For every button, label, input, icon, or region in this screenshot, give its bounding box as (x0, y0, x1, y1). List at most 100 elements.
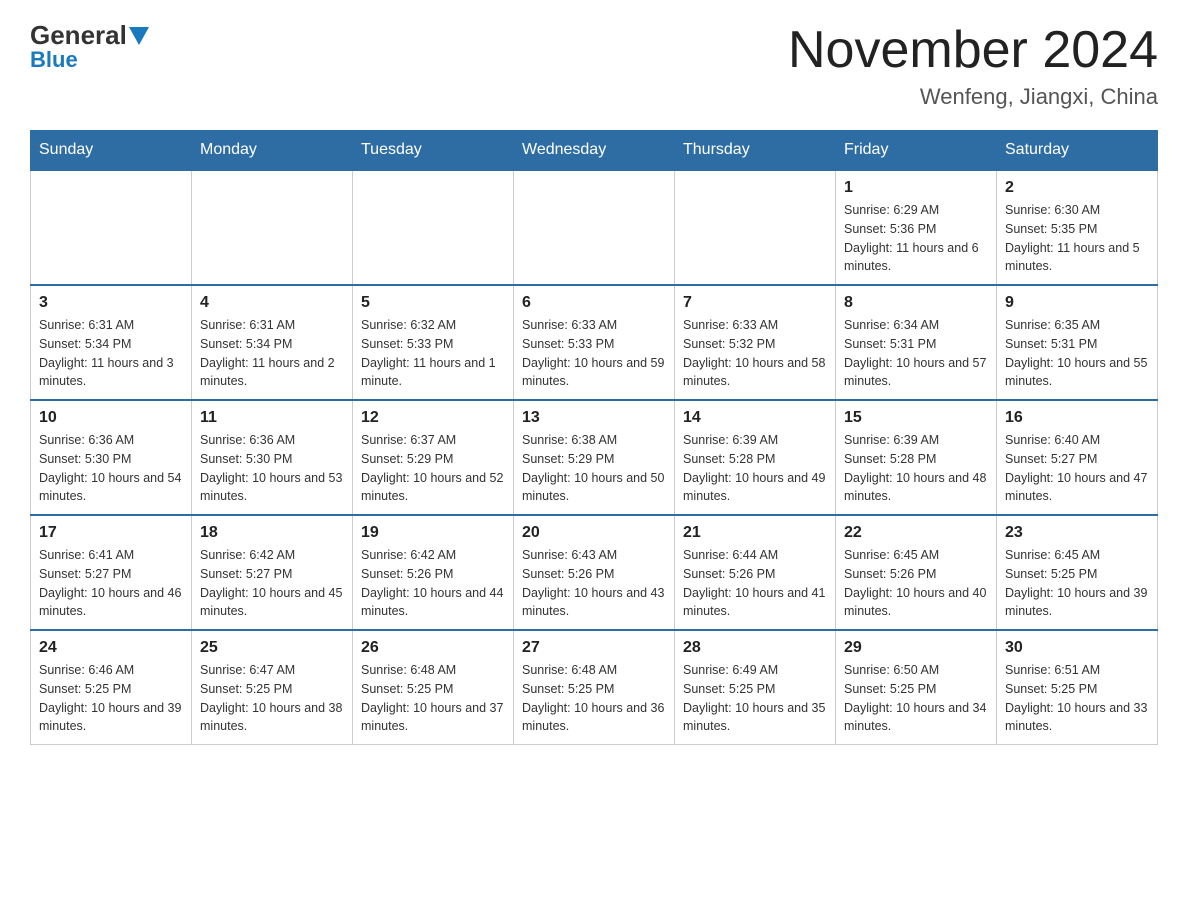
day-info: Sunrise: 6:31 AM Sunset: 5:34 PM Dayligh… (200, 316, 344, 391)
day-number: 3 (39, 294, 183, 312)
calendar-cell: 12 Sunrise: 6:37 AM Sunset: 5:29 PM Dayli… (353, 400, 514, 515)
day-number: 8 (844, 294, 988, 312)
day-info: Sunrise: 6:51 AM Sunset: 5:25 PM Dayligh… (1005, 661, 1149, 736)
day-number: 1 (844, 179, 988, 197)
calendar-cell: 30 Sunrise: 6:51 AM Sunset: 5:25 PM Dayli… (997, 630, 1158, 745)
calendar-cell: 27Sunrise: 6:48 AM Sunset: 5:25 PM Dayli… (514, 630, 675, 745)
calendar-cell: 29 Sunrise: 6:50 AM Sunset: 5:25 PM Dayli… (836, 630, 997, 745)
calendar-cell: 28Sunrise: 6:49 AM Sunset: 5:25 PM Dayli… (675, 630, 836, 745)
calendar-cell: 7 Sunrise: 6:33 AM Sunset: 5:32 PM Daylig… (675, 285, 836, 400)
day-info: Sunrise: 6:37 AM Sunset: 5:29 PM Dayligh… (361, 431, 505, 506)
calendar-cell: 10Sunrise: 6:36 AM Sunset: 5:30 PM Dayli… (31, 400, 192, 515)
calendar-cell (675, 170, 836, 285)
day-info: Sunrise: 6:40 AM Sunset: 5:27 PM Dayligh… (1005, 431, 1149, 506)
calendar-week-row: 1 Sunrise: 6:29 AM Sunset: 5:36 PM Daylig… (31, 170, 1158, 285)
day-info: Sunrise: 6:47 AM Sunset: 5:25 PM Dayligh… (200, 661, 344, 736)
day-number: 29 (844, 639, 988, 657)
calendar-week-row: 10 Sunrise: 6:36 AM Sunset: 5:30 PM Dayli… (31, 400, 1158, 515)
main-title: November 2024 (788, 20, 1158, 80)
calendar-cell: 19 Sunrise: 6:42 AM Sunset: 5:26 PM Dayli… (353, 515, 514, 630)
weekday-header-sunday: Sunday (31, 131, 192, 171)
day-info: Sunrise: 6:39 AM Sunset: 5:28 PM Dayligh… (683, 431, 827, 506)
day-info: Sunrise: 6:31 AM Sunset: 5:34 PM Dayligh… (39, 316, 183, 391)
day-number: 12 (361, 409, 505, 427)
day-number: 17 (39, 524, 183, 542)
calendar-cell: 5Sunrise: 6:32 AM Sunset: 5:33 PM Daylig… (353, 285, 514, 400)
calendar-cell: 20 Sunrise: 6:43 AM Sunset: 5:26 PM Dayli… (514, 515, 675, 630)
calendar-cell: 25Sunrise: 6:47 AM Sunset: 5:25 PM Dayli… (192, 630, 353, 745)
calendar-cell (31, 170, 192, 285)
day-number: 10 (39, 409, 183, 427)
day-number: 15 (844, 409, 988, 427)
calendar-cell: 23Sunrise: 6:45 AM Sunset: 5:25 PM Dayli… (997, 515, 1158, 630)
day-number: 24 (39, 639, 183, 657)
calendar-cell: 6 Sunrise: 6:33 AM Sunset: 5:33 PM Daylig… (514, 285, 675, 400)
day-info: Sunrise: 6:36 AM Sunset: 5:30 PM Dayligh… (200, 431, 344, 506)
weekday-header-tuesday: Tuesday (353, 131, 514, 171)
day-number: 23 (1005, 524, 1149, 542)
logo-blue-text: Blue (30, 47, 78, 73)
calendar-cell: 24 Sunrise: 6:46 AM Sunset: 5:25 PM Dayli… (31, 630, 192, 745)
day-number: 21 (683, 524, 827, 542)
day-info: Sunrise: 6:50 AM Sunset: 5:25 PM Dayligh… (844, 661, 988, 736)
day-info: Sunrise: 6:38 AM Sunset: 5:29 PM Dayligh… (522, 431, 666, 506)
calendar-cell: 4 Sunrise: 6:31 AM Sunset: 5:34 PM Daylig… (192, 285, 353, 400)
calendar-cell (514, 170, 675, 285)
day-info: Sunrise: 6:30 AM Sunset: 5:35 PM Dayligh… (1005, 201, 1149, 276)
calendar-cell: 17 Sunrise: 6:41 AM Sunset: 5:27 PM Dayli… (31, 515, 192, 630)
day-number: 14 (683, 409, 827, 427)
calendar-cell: 3 Sunrise: 6:31 AM Sunset: 5:34 PM Daylig… (31, 285, 192, 400)
day-number: 4 (200, 294, 344, 312)
day-info: Sunrise: 6:42 AM Sunset: 5:26 PM Dayligh… (361, 546, 505, 621)
calendar-cell: 15Sunrise: 6:39 AM Sunset: 5:28 PM Dayli… (836, 400, 997, 515)
day-info: Sunrise: 6:43 AM Sunset: 5:26 PM Dayligh… (522, 546, 666, 621)
day-info: Sunrise: 6:32 AM Sunset: 5:33 PM Dayligh… (361, 316, 505, 391)
day-info: Sunrise: 6:42 AM Sunset: 5:27 PM Dayligh… (200, 546, 344, 621)
calendar-cell: 13 Sunrise: 6:38 AM Sunset: 5:29 PM Dayli… (514, 400, 675, 515)
day-info: Sunrise: 6:29 AM Sunset: 5:36 PM Dayligh… (844, 201, 988, 276)
day-info: Sunrise: 6:44 AM Sunset: 5:26 PM Dayligh… (683, 546, 827, 621)
calendar-table: SundayMondayTuesdayWednesdayThursdayFrid… (30, 130, 1158, 745)
day-number: 22 (844, 524, 988, 542)
day-info: Sunrise: 6:45 AM Sunset: 5:26 PM Dayligh… (844, 546, 988, 621)
day-info: Sunrise: 6:34 AM Sunset: 5:31 PM Dayligh… (844, 316, 988, 391)
calendar-cell: 2 Sunrise: 6:30 AM Sunset: 5:35 PM Daylig… (997, 170, 1158, 285)
calendar-cell (353, 170, 514, 285)
calendar-cell: 22 Sunrise: 6:45 AM Sunset: 5:26 PM Dayli… (836, 515, 997, 630)
day-number: 28 (683, 639, 827, 657)
header: General Blue November 2024 Wenfeng, Jian… (30, 20, 1158, 110)
day-info: Sunrise: 6:35 AM Sunset: 5:31 PM Dayligh… (1005, 316, 1149, 391)
calendar-week-row: 24 Sunrise: 6:46 AM Sunset: 5:25 PM Dayli… (31, 630, 1158, 745)
day-number: 2 (1005, 179, 1149, 197)
logo: General Blue (30, 20, 151, 73)
calendar-cell: 26Sunrise: 6:48 AM Sunset: 5:25 PM Dayli… (353, 630, 514, 745)
calendar-week-row: 3 Sunrise: 6:31 AM Sunset: 5:34 PM Daylig… (31, 285, 1158, 400)
day-number: 16 (1005, 409, 1149, 427)
day-info: Sunrise: 6:46 AM Sunset: 5:25 PM Dayligh… (39, 661, 183, 736)
calendar-cell: 16 Sunrise: 6:40 AM Sunset: 5:27 PM Dayli… (997, 400, 1158, 515)
day-info: Sunrise: 6:33 AM Sunset: 5:33 PM Dayligh… (522, 316, 666, 391)
weekday-header-wednesday: Wednesday (514, 131, 675, 171)
day-number: 6 (522, 294, 666, 312)
day-number: 30 (1005, 639, 1149, 657)
day-number: 19 (361, 524, 505, 542)
weekday-header-monday: Monday (192, 131, 353, 171)
day-number: 13 (522, 409, 666, 427)
day-info: Sunrise: 6:41 AM Sunset: 5:27 PM Dayligh… (39, 546, 183, 621)
day-number: 26 (361, 639, 505, 657)
calendar-cell: 8 Sunrise: 6:34 AM Sunset: 5:31 PM Daylig… (836, 285, 997, 400)
weekday-header-thursday: Thursday (675, 131, 836, 171)
day-number: 9 (1005, 294, 1149, 312)
calendar-cell: 18Sunrise: 6:42 AM Sunset: 5:27 PM Dayli… (192, 515, 353, 630)
day-info: Sunrise: 6:33 AM Sunset: 5:32 PM Dayligh… (683, 316, 827, 391)
calendar-cell: 1 Sunrise: 6:29 AM Sunset: 5:36 PM Daylig… (836, 170, 997, 285)
calendar-cell: 9 Sunrise: 6:35 AM Sunset: 5:31 PM Daylig… (997, 285, 1158, 400)
calendar-cell (192, 170, 353, 285)
logo-triangle-icon (129, 27, 149, 45)
calendar-cell: 11Sunrise: 6:36 AM Sunset: 5:30 PM Dayli… (192, 400, 353, 515)
weekday-header-friday: Friday (836, 131, 997, 171)
day-number: 7 (683, 294, 827, 312)
day-number: 20 (522, 524, 666, 542)
weekday-header-saturday: Saturday (997, 131, 1158, 171)
weekday-header-row: SundayMondayTuesdayWednesdayThursdayFrid… (31, 131, 1158, 171)
